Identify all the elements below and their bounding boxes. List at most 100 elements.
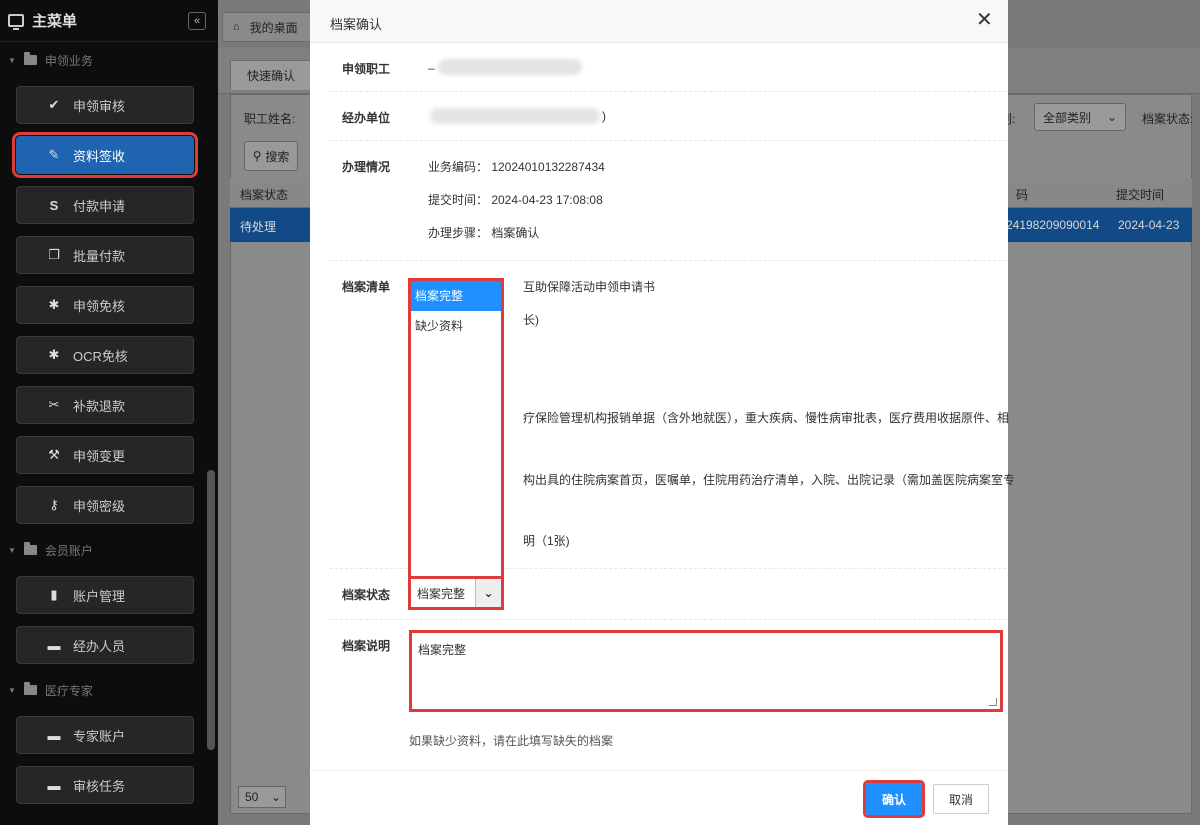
sidebar-item-batch-payment[interactable]: ❐ 批量付款 xyxy=(16,236,194,274)
redacted-applicant xyxy=(438,59,582,75)
dialog-title: 档案确认 xyxy=(330,17,383,32)
sidebar-item-review-tasks[interactable]: ▬ 审核任务 xyxy=(16,766,194,804)
row-status: 待处理 xyxy=(240,220,277,234)
collapse-sidebar-button[interactable]: « xyxy=(188,12,206,30)
description-textarea[interactable]: 档案完整 xyxy=(409,630,1003,712)
submit-time: 提交时间： 2024-04-23 17:08:08 xyxy=(428,193,603,207)
sidebar-item-account-management[interactable]: ▮ 账户管理 xyxy=(16,576,194,614)
tab-quick-confirm[interactable]: 快速确认 xyxy=(230,60,312,90)
row-submit-time: 2024-04-23 xyxy=(1118,218,1180,232)
chevron-down-icon: ⌄ xyxy=(270,790,281,804)
resize-grip-icon[interactable] xyxy=(989,698,997,706)
sidebar-item-refund[interactable]: ✂ 补款退款 xyxy=(16,386,194,424)
sidebar-header: 主菜单 xyxy=(0,0,218,42)
archive-icon: ▬ xyxy=(47,637,61,653)
redacted-unit xyxy=(430,108,600,124)
sidebar-item-label: 经办人员 xyxy=(73,638,126,654)
sidebar-item-payment-request[interactable]: S 付款申请 xyxy=(16,186,194,224)
sidebar-group-label: 会员账户 xyxy=(44,543,93,558)
caret-down-icon: ▼ xyxy=(8,55,16,65)
sidebar-item-label: 账户管理 xyxy=(73,588,126,604)
sidebar-title: 主菜单 xyxy=(32,13,78,30)
wrench-icon: ⚒ xyxy=(48,447,60,462)
chevron-down-icon: ⌄ xyxy=(1106,110,1117,124)
sidebar-item-label: 申领免核 xyxy=(73,298,126,314)
page-size-select[interactable]: 50 ⌄ xyxy=(238,786,286,808)
sidebar-item-label: 申领密级 xyxy=(73,498,126,514)
sidebar-group-label: 申领业务 xyxy=(44,53,93,68)
key-icon: ⚷ xyxy=(49,497,59,512)
monitor-icon xyxy=(8,14,24,30)
applicant-section: 申领职工 _ xyxy=(330,43,1006,92)
col-status: 档案状态 xyxy=(240,188,289,202)
sidebar-item-claim-review[interactable]: ✔ 申领审核 xyxy=(16,86,194,124)
page-size-value: 50 xyxy=(245,790,259,804)
col-code: 码 xyxy=(1016,188,1029,202)
sidebar-group-medical-experts[interactable]: ▼ 医疗专家 xyxy=(0,673,93,707)
handling-step: 办理步骤： 档案确认 xyxy=(428,226,540,240)
description-value: 档案完整 xyxy=(418,643,467,657)
status-label: 档案状态 xyxy=(342,588,391,602)
sidebar-item-label: 申领变更 xyxy=(73,448,126,464)
sidebar-scrollbar[interactable] xyxy=(207,470,215,750)
sidebar-item-ocr-exempt[interactable]: ✱ OCR免核 xyxy=(16,336,194,374)
sidebar-group-member[interactable]: ▼ 会员账户 xyxy=(0,533,93,567)
checklist-item: 长) xyxy=(523,313,539,327)
employee-name-label: 职工姓名: xyxy=(244,112,296,126)
close-icon[interactable]: ✕ xyxy=(976,10,993,30)
status-option-complete[interactable]: 档案完整 xyxy=(411,281,501,311)
category-value: 全部类别 xyxy=(1043,110,1092,125)
gear-icon: ✱ xyxy=(48,297,60,312)
applicant-label: 申领职工 xyxy=(342,62,391,76)
confirm-button[interactable]: 确认 xyxy=(863,780,925,818)
tab-label: 我的桌面 xyxy=(249,20,298,35)
sidebar-item-claim-exempt[interactable]: ✱ 申领免核 xyxy=(16,286,194,324)
description-label: 档案说明 xyxy=(342,639,391,653)
sidebar-item-operators[interactable]: ▬ 经办人员 xyxy=(16,626,194,664)
folder-open-icon xyxy=(23,682,37,695)
unit-label: 经办单位 xyxy=(342,111,391,125)
checklist-item: 构出具的住院病案首页，医嘱单，住院用药治疗清单，入院、出院记录（需加盖医院病案室… xyxy=(523,473,1016,487)
checklist-item: 疗保险管理机构报销单据（含外地就医），重大疾病、慢性病审批表，医疗费用收据原件、… xyxy=(523,411,1010,425)
checklist-item: 明（1张) xyxy=(523,534,570,548)
gear-icon: ✱ xyxy=(48,347,60,362)
cancel-button[interactable]: 取消 xyxy=(933,784,989,814)
tools-icon: ✂ xyxy=(48,397,60,412)
home-icon: ⌂ xyxy=(233,21,240,33)
tab-my-desktop[interactable]: ⌂ 我的桌面 xyxy=(222,12,312,42)
folder-open-icon xyxy=(23,52,37,65)
sidebar: 主菜单 « ▼ 申领业务 ✔ 申领审核 ✎ 资料签收 S 付款申请 ❐ 批量付款 ✱ 申领… xyxy=(0,0,218,825)
checklist-label: 档案清单 xyxy=(342,280,391,294)
sidebar-item-expert-accounts[interactable]: ▬ 专家账户 xyxy=(16,716,194,754)
sidebar-item-document-receipt[interactable]: ✎ 资料签收 xyxy=(12,132,198,178)
status-dropdown-list[interactable]: 档案完整 缺少资料 xyxy=(408,278,504,582)
copy-icon: ❐ xyxy=(48,247,60,262)
chevron-down-icon: ⌄ xyxy=(475,579,501,607)
search-icon: ⚲ xyxy=(252,149,262,163)
unit-section: 经办单位 ) xyxy=(330,92,1006,141)
unit-value: ) xyxy=(602,109,606,123)
caret-down-icon: ▼ xyxy=(8,685,16,695)
category-select[interactable]: 全部类别 ⌄ xyxy=(1034,103,1126,131)
sidebar-item-label: 审核任务 xyxy=(73,778,126,794)
sidebar-item-label: 批量付款 xyxy=(73,248,126,264)
status-select[interactable]: 档案完整 ⌄ xyxy=(408,576,504,610)
handling-label: 办理情况 xyxy=(342,160,391,174)
sidebar-item-claim-change[interactable]: ⚒ 申领变更 xyxy=(16,436,194,474)
col-submit-time: 提交时间 xyxy=(1116,188,1165,202)
sidebar-item-label: 申领审核 xyxy=(73,98,126,114)
sidebar-group-claims[interactable]: ▼ 申领业务 xyxy=(0,43,93,77)
business-code: 业务编码： 12024010132287434 xyxy=(428,160,605,174)
sidebar-item-label: OCR免核 xyxy=(73,348,128,364)
archive-status-filter-label: 档案状态: xyxy=(1142,112,1194,126)
archive-icon: ▬ xyxy=(47,777,61,793)
search-button[interactable]: ⚲ 搜索 xyxy=(244,141,298,171)
sidebar-item-claim-security[interactable]: ⚷ 申领密级 xyxy=(16,486,194,524)
status-option-missing[interactable]: 缺少资料 xyxy=(411,311,501,341)
caret-down-icon: ▼ xyxy=(8,545,16,555)
status-select-value: 档案完整 xyxy=(417,586,466,601)
pencil-icon: ✎ xyxy=(48,147,60,162)
search-button-label: 搜索 xyxy=(265,149,290,164)
sidebar-item-label: 补款退款 xyxy=(73,398,126,414)
sidebar-group-label: 医疗专家 xyxy=(44,683,93,698)
